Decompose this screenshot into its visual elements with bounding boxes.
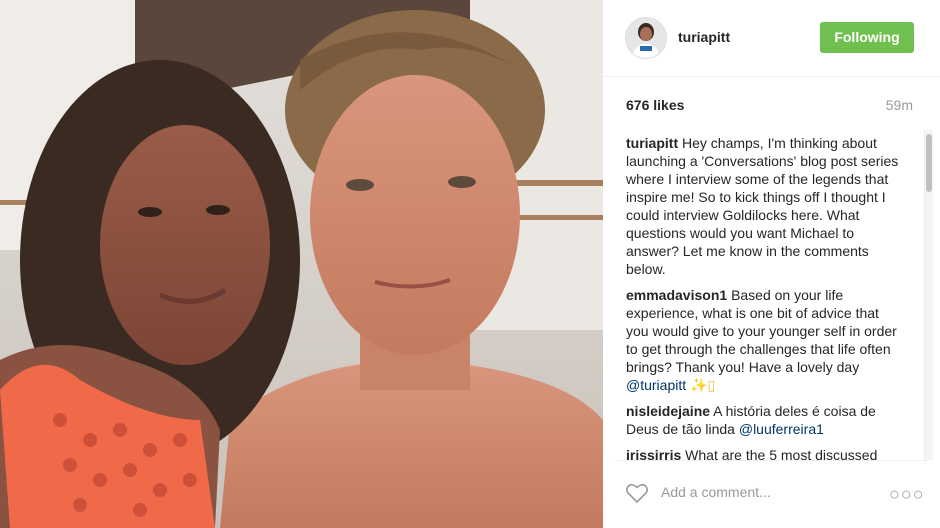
sparkle-emoji: ✨▯ <box>690 377 716 393</box>
comment-item: nisleidejaine A história deles é coisa d… <box>626 402 904 438</box>
more-options-icon[interactable]: ○○○ <box>889 484 925 505</box>
comment-input[interactable]: Add a comment... <box>661 484 771 500</box>
comment-item: emmadavison1 Based on your life experien… <box>626 286 904 394</box>
comments-list: turiapitt Hey champs, I'm thinking about… <box>626 134 904 460</box>
heart-icon[interactable] <box>625 482 649 504</box>
post-photo[interactable] <box>0 0 603 528</box>
following-button[interactable]: Following <box>820 22 914 53</box>
comment-mention[interactable]: @turiapitt <box>626 377 686 393</box>
footer-divider <box>615 460 928 461</box>
avatar[interactable] <box>625 17 667 59</box>
post-header: turiapitt Following <box>603 0 940 77</box>
avatar-image <box>626 18 666 58</box>
instagram-post-view: turiapitt Following 676 likes 59m turiap… <box>0 0 940 528</box>
username-link[interactable]: turiapitt <box>678 29 730 45</box>
comment-text: What are the 5 most discussed <box>685 447 878 460</box>
comment-text: Hey champs, I'm thinking about launching… <box>626 135 899 277</box>
post-timestamp[interactable]: 59m <box>886 97 913 113</box>
comment-item: turiapitt Hey champs, I'm thinking about… <box>626 134 904 278</box>
comment-mention[interactable]: @luuferreira1 <box>739 421 824 437</box>
comment-username[interactable]: nisleidejaine <box>626 403 710 419</box>
post-sidebar: turiapitt Following 676 likes 59m turiap… <box>603 0 940 528</box>
comment-item: irissirris What are the 5 most discussed <box>626 446 904 460</box>
comment-username[interactable]: turiapitt <box>626 135 678 151</box>
likes-count[interactable]: 676 likes <box>626 97 684 113</box>
comment-username[interactable]: emmadavison1 <box>626 287 727 303</box>
selfie-image <box>0 0 603 528</box>
comments-scrollbar[interactable] <box>924 130 933 460</box>
comment-username[interactable]: irissirris <box>626 447 681 460</box>
scrollbar-thumb[interactable] <box>926 134 932 192</box>
